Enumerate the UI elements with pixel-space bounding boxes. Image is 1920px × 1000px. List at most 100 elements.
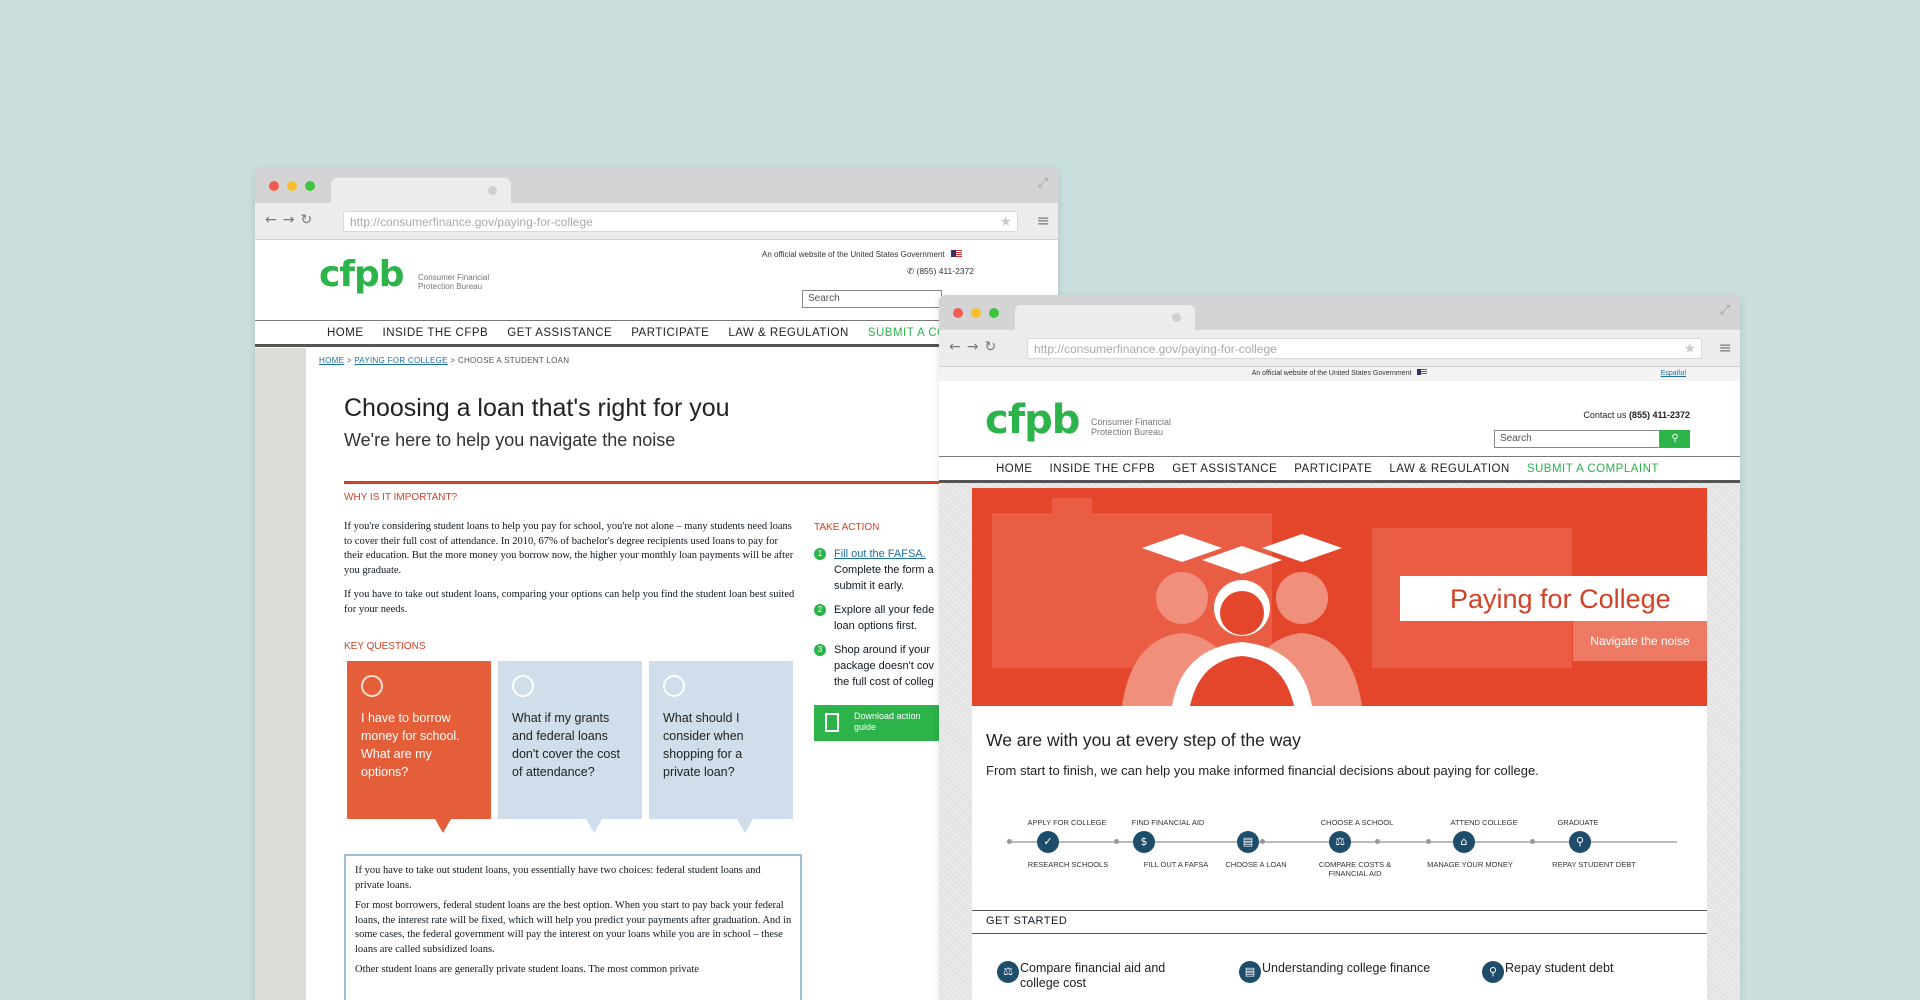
tab-close-icon[interactable] <box>1172 313 1181 322</box>
logo-subtitle: Consumer Financial Protection Bureau <box>418 273 489 291</box>
nav-home[interactable]: HOME <box>327 327 364 344</box>
address-bar[interactable]: http://consumerfinance.gov/paying-for-co… <box>343 211 1018 232</box>
nav-inside-cfpb[interactable]: INSIDE THE CFPB <box>383 327 489 344</box>
fullscreen-icon[interactable]: ⤢ <box>1038 176 1048 191</box>
graduate-icon[interactable]: ⚲ <box>1569 831 1591 853</box>
hero-banner: Paying for College Navigate the noise <box>972 488 1707 706</box>
document-icon: ▤ <box>1239 961 1261 983</box>
step-label-bottom: REPAY STUDENT DEBT <box>1552 860 1636 869</box>
browser-tab[interactable] <box>331 178 511 203</box>
search-icon: ⚲ <box>1671 433 1679 444</box>
intro-text: From start to finish, we can help you ma… <box>986 763 1539 778</box>
step-label-top: FIND FINANCIAL AID <box>1131 818 1205 827</box>
nav-participate[interactable]: PARTICIPATE <box>631 327 709 344</box>
step-label-bottom: MANAGE YOUR MONEY <box>1427 860 1513 869</box>
nav-get-assistance[interactable]: GET ASSISTANCE <box>507 327 612 344</box>
download-label: Download action guide <box>854 711 921 732</box>
url-bar-row: ←→↻ http://consumerfinance.gov/paying-fo… <box>255 203 1058 240</box>
fafsa-link[interactable]: Fill out the FAFSA. <box>834 546 939 562</box>
timeline-dot <box>1007 839 1012 844</box>
question-card-grants[interactable]: What if my grants and federal loans don'… <box>498 661 642 833</box>
breadcrumb-current: CHOOSE A STUDENT LOAN <box>457 356 570 365</box>
nav-submit-complaint[interactable]: SUBMIT A CO <box>868 327 947 344</box>
key-questions-heading: KEY QUESTIONS <box>344 641 426 652</box>
timeline-dot <box>1375 839 1380 844</box>
phone-icon: ✆ <box>907 266 915 276</box>
fullscreen-icon[interactable]: ⤢ <box>1720 303 1730 318</box>
browser-menu-icon[interactable]: ≡ <box>1037 211 1050 230</box>
nav-arrows[interactable]: ←→↻ <box>949 339 1002 355</box>
maximize-button[interactable] <box>305 181 315 191</box>
search-button[interactable]: ⚲ <box>1660 430 1690 448</box>
answer-paragraph-3: Other student loans are generally privat… <box>355 964 699 975</box>
nav-home[interactable]: HOME <box>996 463 1033 480</box>
cfpb-logo[interactable]: cfpb <box>319 254 405 295</box>
browser-menu-icon[interactable]: ≡ <box>1719 338 1732 357</box>
address-bar[interactable]: http://consumerfinance.gov/paying-for-co… <box>1027 338 1702 359</box>
minimize-button[interactable] <box>287 181 297 191</box>
cfpb-logo[interactable]: cfpb <box>985 397 1080 443</box>
navigate-the-noise-button[interactable]: Navigate the noise <box>1573 621 1707 661</box>
site-header: cfpb Consumer Financial Protection Burea… <box>255 240 1058 320</box>
clock-icon <box>361 675 383 697</box>
breadcrumb: HOME > PAYING FOR COLLEGE > CHOOSE A STU… <box>319 356 569 365</box>
nav-arrows[interactable]: ←→↻ <box>265 212 318 228</box>
money-bag-icon[interactable]: $ <box>1133 831 1155 853</box>
action-item: 2 Explore all your fede loan options fir… <box>814 602 939 642</box>
tab-close-icon[interactable] <box>488 186 497 195</box>
nav-submit-complaint[interactable]: SUBMIT A COMPLAINT <box>1527 463 1659 480</box>
browser-window-left: ⤢ ←→↻ http://consumerfinance.gov/paying-… <box>255 168 1058 1000</box>
logo-sub-line2: Protection Bureau <box>418 282 483 291</box>
action-list: 1 Fill out the FAFSA. Complete the form … <box>814 546 939 694</box>
close-button[interactable] <box>269 181 279 191</box>
step-label-bottom: CHOOSE A LOAN <box>1225 860 1287 869</box>
steps-timeline: APPLY FOR COLLEGE FIND FINANCIAL AID CHO… <box>972 805 1707 895</box>
action-text: Complete the form a submit it early. <box>834 564 934 592</box>
question-card-private[interactable]: What should I consider when shopping for… <box>649 661 793 833</box>
link-repay-debt[interactable]: ⚲ Repay student debt <box>1471 961 1613 983</box>
checklist-icon[interactable]: ✓ <box>1037 831 1059 853</box>
nav-get-assistance[interactable]: GET ASSISTANCE <box>1172 463 1277 480</box>
scale-icon: ⚖ <box>997 961 1019 983</box>
hero-title-box: Paying for College <box>1400 576 1707 621</box>
url-bar-row: ←→↻ http://consumerfinance.gov/paying-fo… <box>939 330 1740 367</box>
link-compare-aid[interactable]: ⚖ Compare financial aid and college cost <box>986 961 1176 991</box>
minimize-button[interactable] <box>971 308 981 318</box>
site-header: cfpb Consumer Financial Protection Burea… <box>939 381 1740 451</box>
nav-inside-cfpb[interactable]: INSIDE THE CFPB <box>1050 463 1156 480</box>
nav-law-regulation[interactable]: LAW & REGULATION <box>1389 463 1509 480</box>
download-guide-button[interactable]: Download action guide <box>814 705 939 741</box>
question-card-options[interactable]: I have to borrow money for school. What … <box>347 661 491 833</box>
breadcrumb-paying-for-college[interactable]: PAYING FOR COLLEGE <box>354 356 448 365</box>
search-input[interactable]: Search <box>1494 430 1660 448</box>
nav-law-regulation[interactable]: LAW & REGULATION <box>728 327 848 344</box>
gov-banner: An official website of the United States… <box>939 367 1740 381</box>
timeline-dot <box>1530 839 1535 844</box>
link-college-finance[interactable]: ▤ Understanding college finance <box>1228 961 1430 983</box>
timeline-dot <box>1260 839 1265 844</box>
maximize-button[interactable] <box>989 308 999 318</box>
breadcrumb-home[interactable]: HOME <box>319 356 344 365</box>
browser-tab[interactable] <box>1015 305 1195 330</box>
question-card-text: What should I consider when shopping for… <box>663 711 744 779</box>
hero-title: Paying for College <box>1450 584 1671 614</box>
close-button[interactable] <box>953 308 963 318</box>
take-action-heading: TAKE ACTION <box>814 522 880 533</box>
bookmark-star-icon[interactable]: ★ <box>1683 340 1696 357</box>
dollar-icon <box>512 675 534 697</box>
download-icon <box>825 713 839 732</box>
headline: We are with you at every step of the way <box>986 730 1301 750</box>
step-label-top: ATTEND COLLEGE <box>1450 818 1518 827</box>
get-started-heading: GET STARTED <box>986 915 1068 927</box>
nav-participate[interactable]: PARTICIPATE <box>1294 463 1372 480</box>
answer-paragraph-2: For most borrowers, federal student loan… <box>355 900 792 955</box>
document-icon[interactable]: ▤ <box>1237 831 1259 853</box>
official-text: An official website of the United States… <box>762 250 945 259</box>
action-text: Explore all your fede loan options first… <box>834 604 935 632</box>
espanol-link[interactable]: Español <box>1661 367 1686 381</box>
search-input[interactable]: Search <box>802 290 942 308</box>
bank-icon[interactable]: ⌂ <box>1453 831 1475 853</box>
page-subtitle: We're here to help you navigate the nois… <box>344 430 676 450</box>
scale-icon[interactable]: ⚖ <box>1329 831 1351 853</box>
bookmark-star-icon[interactable]: ★ <box>999 213 1012 230</box>
